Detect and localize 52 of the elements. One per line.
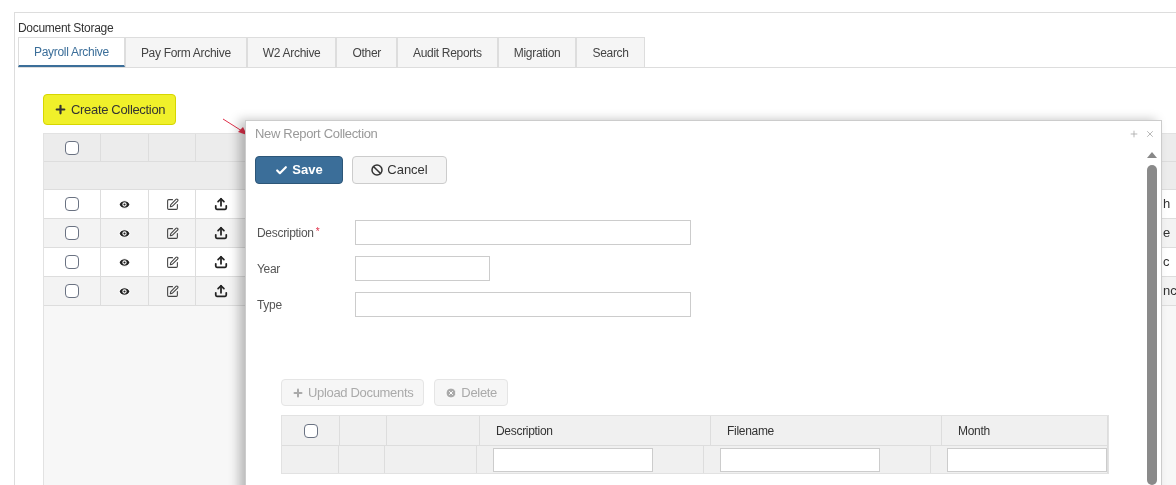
delete-icon	[445, 386, 458, 399]
filter-field[interactable]	[719, 447, 880, 472]
scrollbar[interactable]	[1146, 151, 1158, 485]
tab[interactable]: Other	[336, 37, 397, 67]
column-header[interactable]: Month	[958, 421, 990, 440]
filter-field[interactable]	[492, 447, 653, 472]
tab[interactable]: Audit Reports	[397, 37, 498, 67]
upload-icon[interactable]	[214, 255, 228, 269]
plus-icon	[292, 386, 304, 399]
tab[interactable]: Payroll Archive	[18, 37, 125, 67]
field-label: Description	[257, 224, 314, 242]
checkbox[interactable]	[65, 226, 79, 240]
required-mark: *	[315, 224, 320, 239]
upload-icon[interactable]	[214, 284, 228, 298]
checkbox[interactable]	[65, 284, 79, 298]
dialog-title: New Report Collection	[255, 125, 378, 144]
tab[interactable]: Search	[576, 37, 645, 67]
edit-icon[interactable]	[165, 226, 179, 240]
checkbox[interactable]	[303, 423, 318, 438]
plus-icon	[54, 103, 67, 116]
field-label: Year	[257, 260, 281, 278]
input-field[interactable]	[355, 292, 691, 317]
create-collection-button[interactable]: Create Collection	[43, 94, 177, 125]
checkbox[interactable]	[65, 255, 79, 269]
input-field[interactable]	[355, 220, 691, 245]
field-label: Type	[257, 296, 282, 314]
tab[interactable]: Migration	[497, 37, 577, 67]
tab[interactable]: W2 Archive	[246, 37, 337, 67]
edit-icon[interactable]	[165, 284, 179, 298]
checkbox[interactable]	[65, 197, 79, 211]
save-button[interactable]: Save	[255, 156, 343, 184]
input-field[interactable]	[355, 256, 490, 281]
edit-icon[interactable]	[165, 255, 179, 269]
table-cell-text: c	[1163, 253, 1170, 272]
cancel-icon	[371, 164, 384, 176]
column-header[interactable]: Description	[496, 421, 553, 440]
panel-title: Document Storage	[18, 20, 115, 37]
checkbox[interactable]	[65, 140, 79, 155]
eye-icon[interactable]	[118, 197, 131, 211]
upload-icon[interactable]	[214, 197, 228, 211]
scroll-up-icon[interactable]	[1146, 151, 1158, 159]
table-cell-text: e	[1163, 224, 1171, 243]
edit-icon[interactable]	[165, 197, 179, 211]
cancel-button[interactable]: Cancel	[352, 156, 447, 184]
table-cell-text: nc	[1163, 282, 1176, 301]
column-header[interactable]: Filename	[727, 421, 774, 440]
filter-field[interactable]	[947, 447, 1107, 472]
check-icon	[275, 163, 289, 177]
table-cell-text: h	[1163, 195, 1171, 214]
upload-icon[interactable]	[214, 226, 228, 240]
eye-icon[interactable]	[118, 255, 131, 269]
tab[interactable]: Pay Form Archive	[124, 37, 247, 67]
